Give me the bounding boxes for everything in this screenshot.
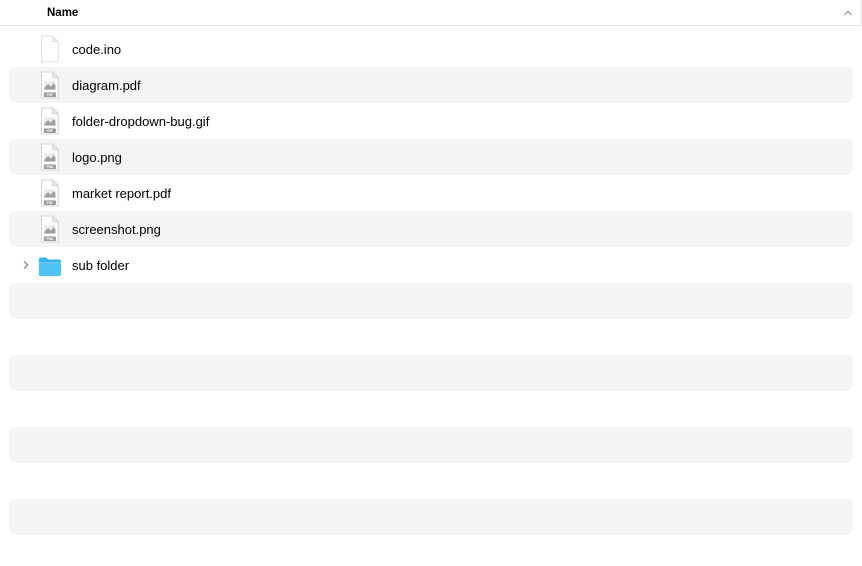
column-header: Name <box>0 0 862 26</box>
svg-text:PNG: PNG <box>46 237 54 241</box>
chevron-up-icon <box>843 8 853 18</box>
list-item-label: code.ino <box>72 42 121 57</box>
list-item[interactable]: PNG screenshot.png <box>9 211 853 247</box>
list-item-label: screenshot.png <box>72 222 161 237</box>
svg-text:PNG: PNG <box>46 165 54 169</box>
list-item[interactable]: PNG logo.png <box>9 139 853 175</box>
svg-text:PDF: PDF <box>47 201 54 205</box>
column-header-name[interactable]: Name <box>0 0 862 25</box>
list-item-empty <box>9 391 853 427</box>
pdf-icon: PDF <box>36 179 62 207</box>
list-item-label: diagram.pdf <box>72 78 141 93</box>
list-item-empty <box>9 535 853 566</box>
list-item[interactable]: PDF diagram.pdf <box>9 67 853 103</box>
sort-indicator-wrap <box>843 0 862 25</box>
list-item-empty <box>9 283 853 319</box>
list-item-label: logo.png <box>72 150 122 165</box>
pdf-icon: PDF <box>36 71 62 99</box>
list-item-empty <box>9 463 853 499</box>
list-item[interactable]: PDF market report.pdf <box>9 175 853 211</box>
list-item-label: folder-dropdown-bug.gif <box>72 114 209 129</box>
column-header-name-label: Name <box>47 7 78 19</box>
folder-icon <box>36 251 62 279</box>
svg-text:GIF: GIF <box>47 129 53 133</box>
list-item-label: market report.pdf <box>72 186 171 201</box>
png-icon: PNG <box>36 215 62 243</box>
list-item-label: sub folder <box>72 258 129 273</box>
list-item-empty <box>9 427 853 463</box>
list-item[interactable]: code.ino <box>9 31 853 67</box>
png-icon: PNG <box>36 143 62 171</box>
blank-icon <box>36 35 62 63</box>
list-item[interactable]: GIF folder-dropdown-bug.gif <box>9 103 853 139</box>
file-list: code.ino PDF diagram.pdf GIF folder-dropdown… <box>0 26 862 566</box>
list-item-empty <box>9 499 853 535</box>
svg-text:PDF: PDF <box>47 93 54 97</box>
list-item-empty <box>9 319 853 355</box>
disclosure-triangle[interactable] <box>18 257 34 273</box>
gif-icon: GIF <box>36 107 62 135</box>
chevron-right-icon <box>21 260 31 270</box>
list-item[interactable]: sub folder <box>9 247 853 283</box>
list-item-empty <box>9 355 853 391</box>
